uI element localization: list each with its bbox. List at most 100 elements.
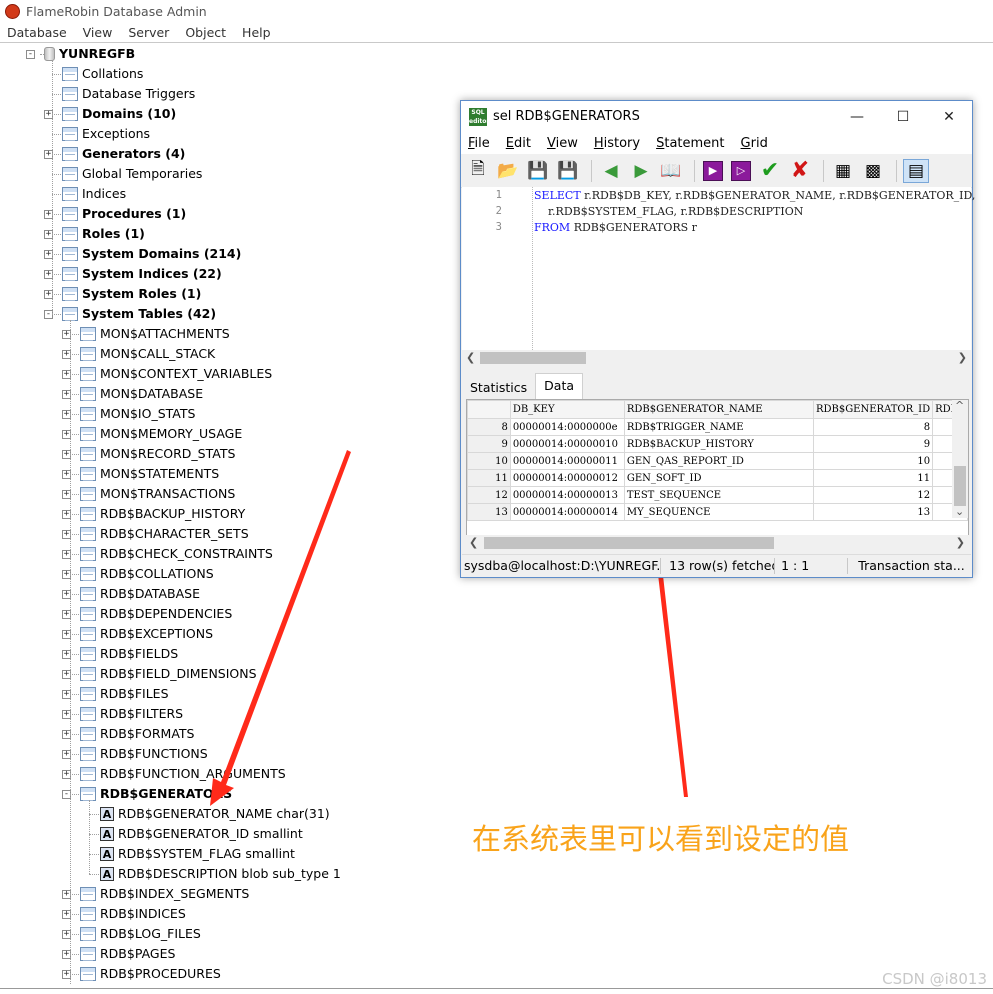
sql-menu-item[interactable]: Edit [498, 136, 539, 151]
generator-name-cell[interactable]: GEN_SOFT_ID [623, 469, 814, 487]
tree-node[interactable]: YUNREGFB [44, 44, 135, 64]
tree-node[interactable]: RDB$BACKUP_HISTORY [80, 504, 245, 524]
tree-node[interactable]: A RDB$GENERATOR_ID smallint [100, 824, 303, 844]
table-row[interactable]: 11 00000014:00000012 GEN_SOFT_ID 11 [467, 469, 968, 487]
tree-node[interactable]: MON$MEMORY_USAGE [80, 424, 242, 444]
tree-node[interactable]: MON$STATEMENTS [80, 464, 219, 484]
split-view-icon[interactable]: ▤ [903, 158, 929, 183]
tree-node[interactable]: RDB$INDICES [80, 904, 186, 924]
tree-node[interactable]: Global Temporaries [62, 164, 202, 184]
back-arrow-icon[interactable]: ◀ [598, 159, 624, 183]
new-file-icon[interactable]: 🗎 [465, 159, 491, 183]
table-row[interactable]: 9 00000014:00000010 RDB$BACKUP_HISTORY 9 [467, 435, 968, 453]
editor-horizontal-scrollbar[interactable]: ❮ ❯ [462, 350, 971, 366]
tree-node[interactable]: Exceptions [62, 124, 150, 144]
tree-node[interactable]: RDB$EXCEPTIONS [80, 624, 213, 644]
tree-node[interactable]: A RDB$GENERATOR_NAME char(31) [100, 804, 330, 824]
execute-icon[interactable]: ▶ [703, 160, 723, 181]
rollback-cross-icon[interactable]: ✘ [787, 158, 813, 183]
history-book-icon[interactable]: 📖 [658, 159, 684, 183]
column-header[interactable]: DB_KEY [509, 400, 625, 419]
menu-database[interactable]: Database [0, 25, 75, 40]
menu-help[interactable]: Help [234, 25, 279, 40]
tree-node[interactable]: MON$TRANSACTIONS [80, 484, 235, 504]
menu-view[interactable]: View [75, 25, 121, 40]
delete-row-icon[interactable]: ▩ [860, 159, 886, 183]
tab-data[interactable]: Data [535, 373, 584, 399]
column-header[interactable]: RDB$GENERATOR_ID [812, 400, 934, 419]
tree-node[interactable]: RDB$FILES [80, 684, 169, 704]
sql-menu-item[interactable]: Grid [733, 136, 776, 151]
tree-node[interactable]: RDB$INDEX_SEGMENTS [80, 884, 249, 904]
scroll-up-icon[interactable]: ^ [955, 400, 964, 414]
db-key-cell[interactable]: 00000014:00000012 [509, 469, 625, 487]
generator-id-cell[interactable]: 12 [812, 486, 934, 504]
row-number-cell[interactable]: 12 [467, 486, 511, 504]
tree-node[interactable]: Database Triggers [62, 84, 195, 104]
menu-object[interactable]: Object [177, 25, 234, 40]
tree-node[interactable]: MON$DATABASE [80, 384, 203, 404]
tree-node[interactable]: Procedures (1) [62, 204, 186, 224]
generator-name-cell[interactable]: GEN_QAS_REPORT_ID [623, 452, 814, 470]
tree-node[interactable]: RDB$CHARACTER_SETS [80, 524, 249, 544]
sql-menu-item[interactable]: File [461, 136, 498, 151]
tree-node[interactable]: RDB$FUNCTION_ARGUMENTS [80, 764, 286, 784]
tree-node[interactable]: Roles (1) [62, 224, 145, 244]
tree-node[interactable]: System Indices (22) [62, 264, 222, 284]
tree-node[interactable]: RDB$CHECK_CONSTRAINTS [80, 544, 273, 564]
tree-node[interactable]: A RDB$SYSTEM_FLAG smallint [100, 844, 295, 864]
tree-node[interactable]: MON$ATTACHMENTS [80, 324, 230, 344]
generator-id-cell[interactable]: 13 [812, 503, 934, 521]
table-row[interactable]: 8 00000014:0000000e RDB$TRIGGER_NAME 8 [467, 418, 968, 436]
tree-node[interactable]: MON$CONTEXT_VARIABLES [80, 364, 272, 384]
tree-node[interactable]: Domains (10) [62, 104, 176, 124]
grid-vertical-scrollbar[interactable]: ^ ⌄ [952, 400, 968, 518]
tree-node[interactable]: RDB$FIELD_DIMENSIONS [80, 664, 257, 684]
insert-row-icon[interactable]: ▦ [830, 159, 856, 183]
commit-check-icon[interactable]: ✔ [757, 158, 783, 183]
tree-node[interactable]: RDB$PROCEDURES [80, 964, 221, 984]
menu-server[interactable]: Server [120, 25, 177, 40]
generator-id-cell[interactable]: 11 [812, 469, 934, 487]
tree-node[interactable]: System Tables (42) [62, 304, 216, 324]
scroll-right-icon[interactable]: ❯ [958, 350, 967, 366]
tree-node[interactable]: Collations [62, 64, 143, 84]
scroll-left-icon[interactable]: ❮ [466, 350, 475, 366]
tree-node[interactable]: RDB$DEPENDENCIES [80, 604, 232, 624]
tree-node[interactable]: RDB$PAGES [80, 944, 175, 964]
row-number-cell[interactable]: 13 [467, 503, 511, 521]
close-button[interactable]: ✕ [926, 109, 972, 125]
db-key-cell[interactable]: 00000014:0000000e [509, 418, 625, 436]
tree-node[interactable]: System Roles (1) [62, 284, 201, 304]
tree-node[interactable]: MON$CALL_STACK [80, 344, 215, 364]
tree-node[interactable]: RDB$FIELDS [80, 644, 178, 664]
scroll-left-icon[interactable]: ❮ [469, 535, 478, 551]
row-number-cell[interactable]: 11 [467, 469, 511, 487]
open-folder-icon[interactable]: 📂 [495, 159, 521, 183]
table-row[interactable]: 12 00000014:00000013 TEST_SEQUENCE 12 [467, 486, 968, 504]
generator-id-cell[interactable]: 9 [812, 435, 934, 453]
scroll-down-icon[interactable]: ⌄ [955, 504, 964, 520]
save-icon[interactable]: 💾 [525, 159, 551, 183]
tree-node[interactable]: Indices [62, 184, 126, 204]
column-header[interactable]: RDB$GENERATOR_NAME [623, 400, 814, 419]
sql-menu-item[interactable]: View [539, 136, 586, 151]
row-number-cell[interactable]: 9 [467, 435, 511, 453]
tree-node[interactable]: RDB$FUNCTIONS [80, 744, 208, 764]
row-number-cell[interactable]: 10 [467, 452, 511, 470]
tree-node[interactable]: RDB$GENERATORS [80, 784, 232, 804]
sql-menu-item[interactable]: History [586, 136, 648, 151]
save-as-icon[interactable]: 💾 [555, 159, 581, 183]
tab-statistics[interactable]: Statistics [462, 377, 535, 399]
generator-name-cell[interactable]: RDB$TRIGGER_NAME [623, 418, 814, 436]
tree-node[interactable]: A RDB$DESCRIPTION blob sub_type 1 [100, 864, 341, 884]
row-number-cell[interactable]: 8 [467, 418, 511, 436]
db-key-cell[interactable]: 00000014:00000011 [509, 452, 625, 470]
sql-editor[interactable]: 1 2 3 SELECT r.RDB$DB_KEY, r.RDB$GENERAT… [462, 187, 975, 350]
scroll-thumb[interactable] [480, 352, 586, 364]
scroll-right-icon[interactable]: ❯ [956, 535, 965, 551]
execute-plan-icon[interactable]: ▷ [731, 160, 751, 181]
tree-node[interactable]: RDB$DATABASE [80, 584, 200, 604]
tree-node[interactable]: System Domains (214) [62, 244, 241, 264]
tree-node[interactable]: RDB$LOG_FILES [80, 924, 201, 944]
